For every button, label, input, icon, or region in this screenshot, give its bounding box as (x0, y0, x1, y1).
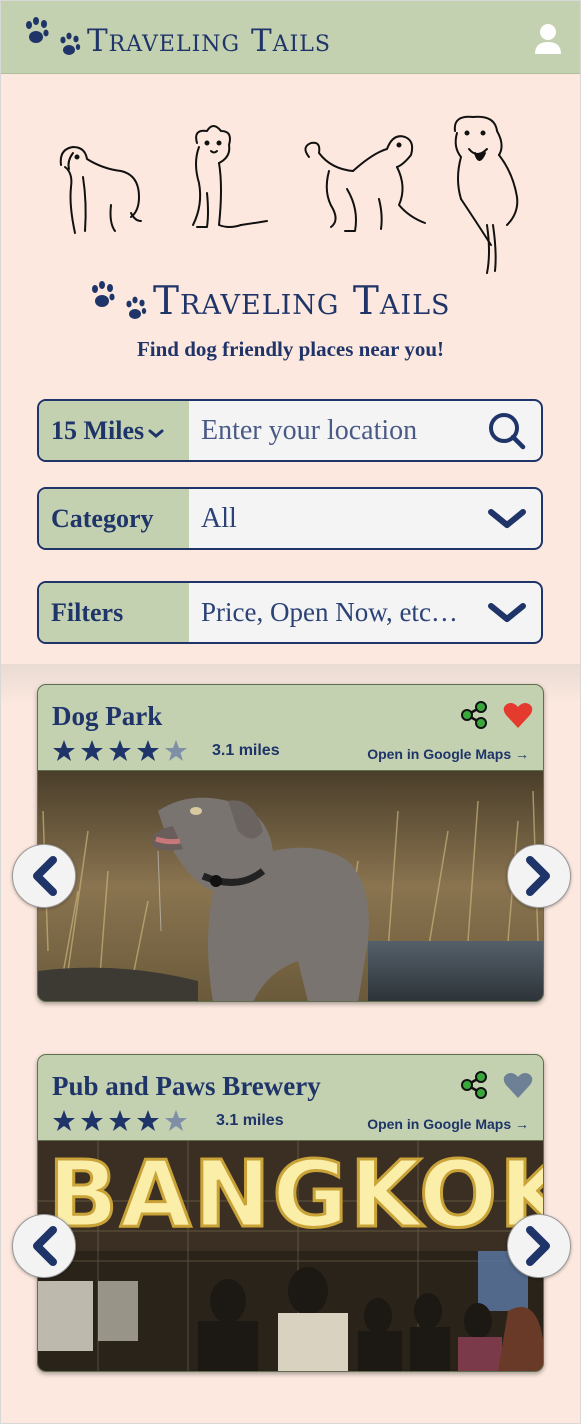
hero-logo: Traveling Tails (89, 279, 451, 325)
place-card[interactable]: Pub and Paws Brewery 3.1 miles Open in G… (37, 1054, 544, 1372)
dog-sketch-3 (304, 135, 426, 232)
star-rating (52, 739, 188, 763)
filters-select[interactable]: Price, Open Now, etc… (189, 583, 541, 642)
chevron-down-icon (148, 429, 164, 438)
dog-sketch-1 (59, 146, 142, 234)
carousel-next-button[interactable] (507, 844, 571, 908)
header-bar: Traveling Tails (1, 1, 580, 74)
location-placeholder: Enter your location (201, 414, 418, 446)
place-title[interactable]: Dog Park (52, 701, 162, 732)
category-select[interactable]: All (189, 489, 541, 548)
star-empty-icon (165, 740, 187, 761)
search-icon[interactable] (487, 411, 527, 451)
chevron-down-icon (488, 602, 526, 622)
star-icon (81, 1110, 103, 1131)
filters-label: Filters (39, 583, 189, 642)
header-brand-name: Traveling Tails (87, 23, 331, 59)
chevron-down-icon (488, 508, 526, 528)
sign-text: BANGKOK (48, 1141, 543, 1248)
location-input[interactable]: Enter your location (189, 401, 541, 460)
brewery-photo-illustration: BANGKOK (38, 1141, 543, 1371)
carousel-prev-button[interactable] (12, 844, 76, 908)
arrow-right-icon: → (515, 1116, 529, 1132)
star-icon (137, 740, 159, 761)
arrow-right-icon: → (515, 746, 529, 762)
location-search-row: 15 Miles Enter your location (37, 399, 543, 462)
carousel-next-button[interactable] (507, 1214, 571, 1278)
dog-sketch-2 (192, 125, 268, 228)
chevron-right-icon (526, 1226, 550, 1266)
google-maps-link-label: Open in Google Maps (367, 1116, 512, 1132)
place-photo: BANGKOK (38, 1141, 543, 1371)
distance-text: 3.1 miles (216, 1112, 284, 1129)
star-empty-icon (165, 1110, 187, 1131)
app-frame: Traveling Tails Traveling Tails Find dog… (0, 0, 581, 1424)
heart-filled-icon[interactable] (503, 701, 533, 729)
distance-dropdown[interactable]: 15 Miles (39, 401, 189, 460)
tagline: Find dog friendly places near you! (136, 337, 445, 361)
google-maps-link[interactable]: Open in Google Maps → (367, 746, 529, 762)
category-label: Category (39, 489, 189, 548)
star-icon (81, 740, 103, 761)
carousel-prev-button[interactable] (12, 1214, 76, 1278)
star-icon (53, 740, 75, 761)
filters-row: Filters Price, Open Now, etc… (37, 581, 543, 644)
distance-text: 3.1 miles (212, 742, 280, 759)
place-card[interactable]: Dog Park 3.1 miles Open in Google Maps → (37, 684, 544, 1002)
category-row: Category All (37, 487, 543, 550)
filters-value: Price, Open Now, etc… (201, 597, 458, 627)
chevron-left-icon (33, 1226, 57, 1266)
category-value: All (201, 502, 237, 534)
paw-prints-icon (92, 281, 147, 319)
heart-outline-icon[interactable] (503, 1071, 533, 1099)
user-icon[interactable] (534, 23, 562, 55)
star-icon (109, 1110, 131, 1131)
card-header: Pub and Paws Brewery 3.1 miles Open in G… (38, 1055, 543, 1141)
place-photo (38, 771, 543, 1001)
card-header: Dog Park 3.1 miles Open in Google Maps → (38, 685, 543, 771)
star-icon (109, 740, 131, 761)
dog-illustrations (59, 115, 519, 274)
distance-label: 15 Miles (51, 415, 145, 445)
chevron-right-icon (526, 856, 550, 896)
star-icon (53, 1110, 75, 1131)
share-icon[interactable] (459, 700, 489, 730)
place-title[interactable]: Pub and Paws Brewery (52, 1071, 321, 1102)
hero-brand-name: Traveling Tails (153, 279, 451, 324)
chevron-left-icon (33, 856, 57, 896)
google-maps-link[interactable]: Open in Google Maps → (367, 1116, 529, 1132)
google-maps-link-label: Open in Google Maps (367, 746, 512, 762)
dog-photo-illustration (38, 771, 543, 1001)
share-icon[interactable] (459, 1070, 489, 1100)
header-logo[interactable]: Traveling Tails (23, 15, 331, 61)
star-rating (52, 1109, 188, 1133)
star-icon (137, 1110, 159, 1131)
paw-prints-icon (26, 17, 81, 55)
dog-sketch-4 (453, 115, 519, 274)
